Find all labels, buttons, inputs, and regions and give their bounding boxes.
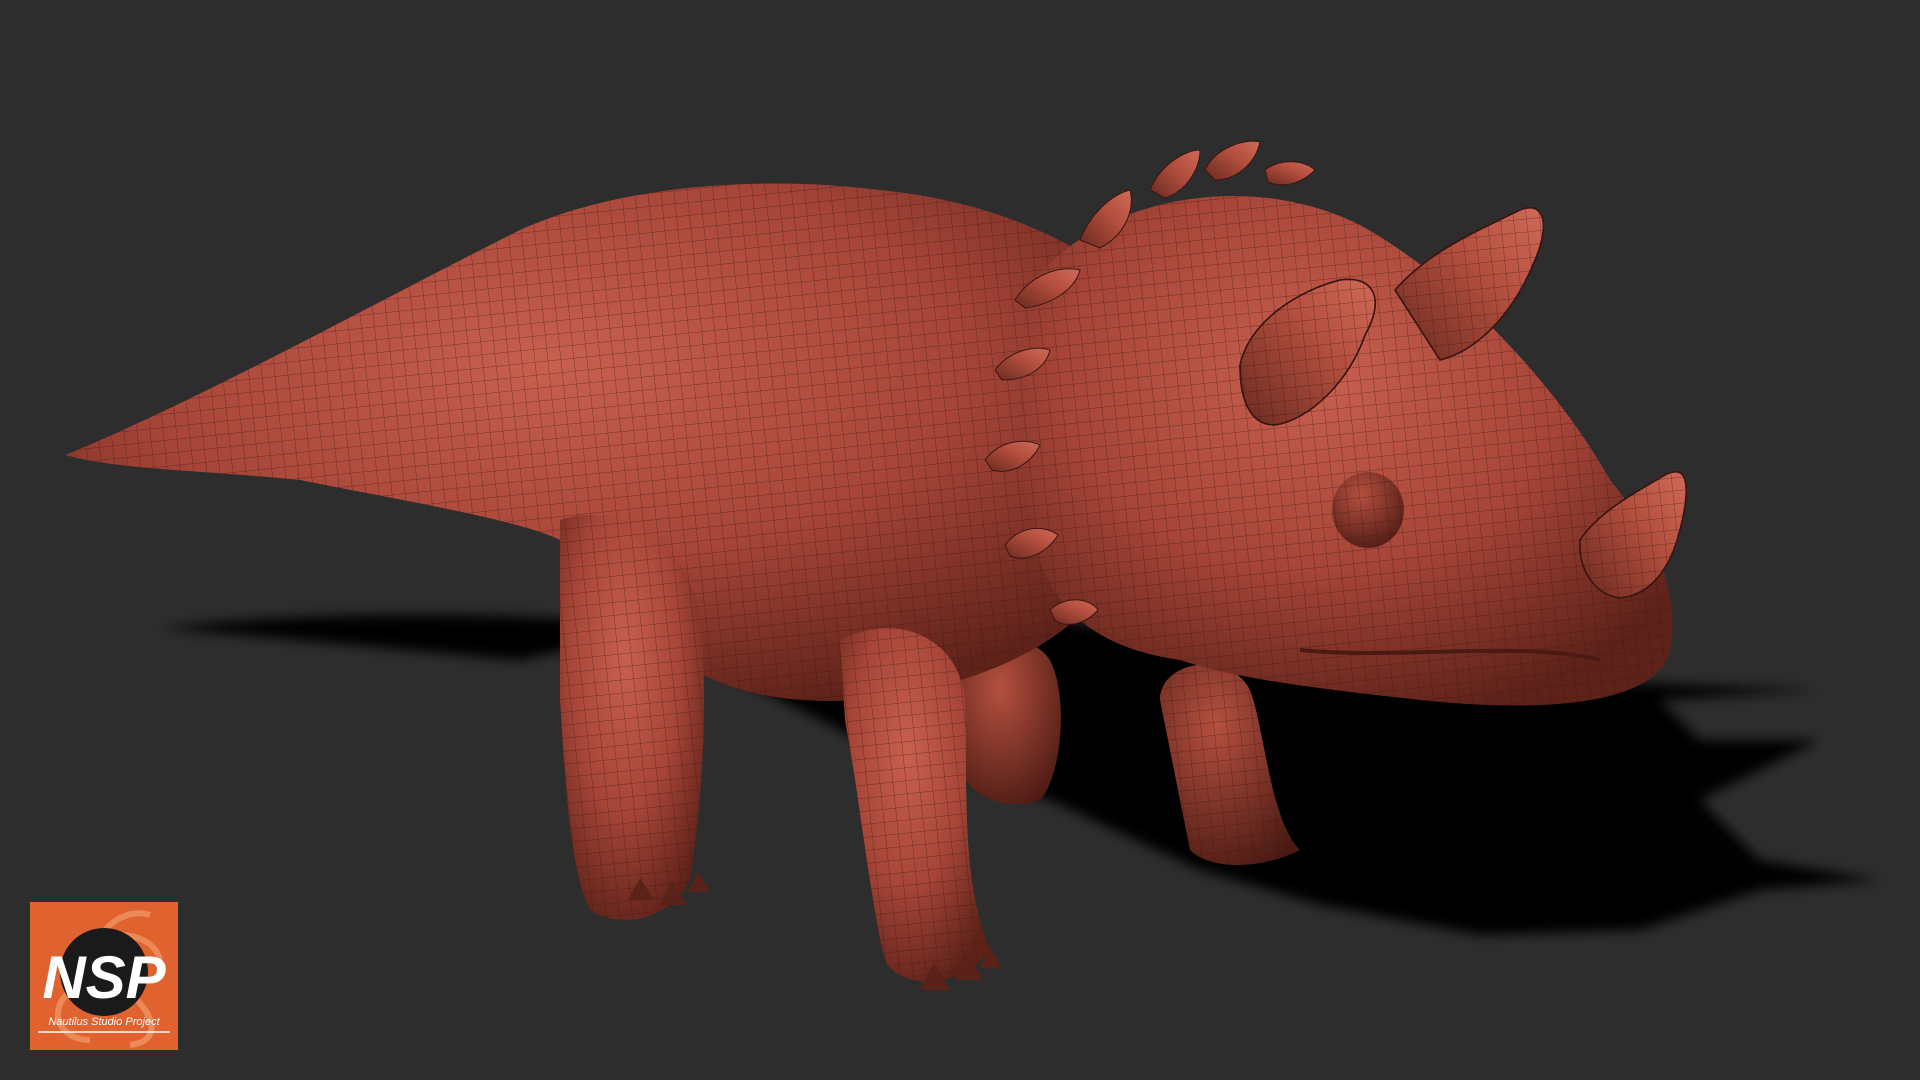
render-viewport: NSP Nautilus Studio Project bbox=[0, 0, 1920, 1080]
nsp-logo: NSP Nautilus Studio Project bbox=[30, 902, 178, 1050]
logo-caption: Nautilus Studio Project bbox=[48, 1016, 160, 1028]
logo-monogram: NSP bbox=[42, 944, 166, 1011]
